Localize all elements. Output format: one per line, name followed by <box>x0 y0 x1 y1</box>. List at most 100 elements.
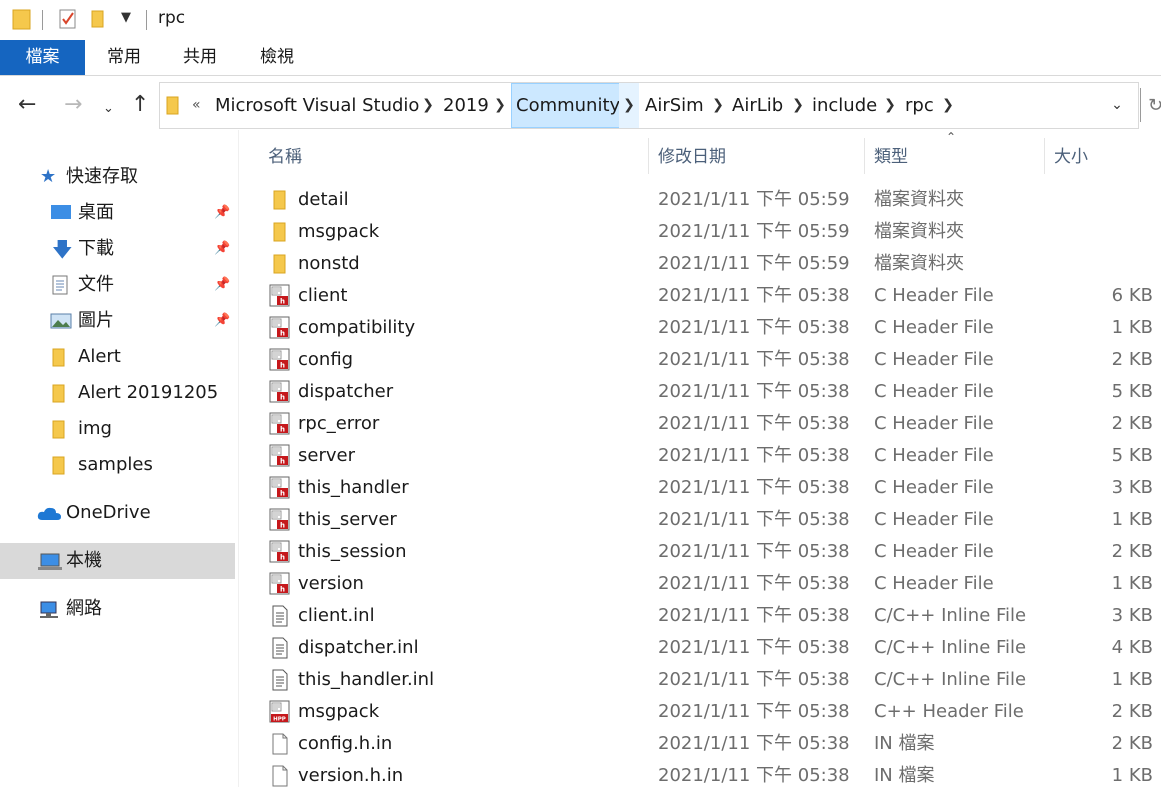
new-folder-icon[interactable] <box>90 8 106 30</box>
file-type: C Header File <box>874 509 994 530</box>
breadcrumb-rpc[interactable]: rpc <box>901 83 938 128</box>
breadcrumb-chevron-icon[interactable]: ❯ <box>938 83 958 128</box>
column-separator[interactable] <box>864 138 865 174</box>
pane-divider[interactable] <box>238 130 239 787</box>
sidebar-item-network[interactable]: 網路 <box>0 591 235 627</box>
pin-icon[interactable]: 📌 <box>214 231 230 267</box>
file-row[interactable]: h config 2021/1/11 下午 05:38 C Header File 2 … <box>240 344 1161 376</box>
file-size: 1 KB <box>1111 317 1153 338</box>
breadcrumb-chevron-icon[interactable]: ❯ <box>418 83 438 128</box>
file-size: 2 KB <box>1111 701 1153 722</box>
sidebar-item-alert-20191205[interactable]: Alert 20191205 <box>0 375 235 411</box>
file-name: config <box>298 349 354 370</box>
file-row[interactable]: client.inl 2021/1/11 下午 05:38 C/C++ Inline… <box>240 600 1161 632</box>
file-row[interactable]: HPP msgpack 2021/1/11 下午 05:38 C++ Header F… <box>240 696 1161 728</box>
properties-icon[interactable] <box>58 8 78 30</box>
file-type: C Header File <box>874 349 994 370</box>
up-arrow-icon[interactable]: ↑ <box>131 94 149 116</box>
file-row[interactable]: h this_session 2021/1/11 下午 05:38 C Header … <box>240 536 1161 568</box>
sidebar-item-samples[interactable]: samples <box>0 447 235 483</box>
column-separator[interactable] <box>1044 138 1045 174</box>
file-date-modified: 2021/1/11 下午 05:38 <box>658 669 850 690</box>
sidebar-item-this-pc[interactable]: 本機 <box>0 543 235 579</box>
column-header-date[interactable]: 修改日期 <box>658 142 726 167</box>
file-size: 1 KB <box>1111 669 1153 690</box>
file-row[interactable]: h version 2021/1/11 下午 05:38 C Header File 1… <box>240 568 1161 600</box>
file-row[interactable]: h dispatcher 2021/1/11 下午 05:38 C Header Fi… <box>240 376 1161 408</box>
file-row[interactable]: h this_server 2021/1/11 下午 05:38 C Header F… <box>240 504 1161 536</box>
file-name: version.h.in <box>298 765 404 786</box>
sidebar-item-alert[interactable]: Alert <box>0 339 235 375</box>
file-date-modified: 2021/1/11 下午 05:38 <box>658 477 850 498</box>
file-name: server <box>298 445 355 466</box>
breadcrumb-chevron-icon[interactable]: ❯ <box>880 83 900 128</box>
tab-share[interactable]: 共用 <box>170 40 230 75</box>
file-date-modified: 2021/1/11 下午 05:38 <box>658 605 850 626</box>
sidebar-item-pictures[interactable]: 圖片 📌 <box>0 303 235 339</box>
breadcrumb-airsim[interactable]: AirSim <box>641 83 708 128</box>
divider <box>1140 88 1141 122</box>
text-file-icon <box>268 604 292 628</box>
address-overflow[interactable]: « <box>188 83 205 128</box>
breadcrumb-chevron-icon[interactable]: ❯ <box>708 83 728 128</box>
pin-icon[interactable]: 📌 <box>214 267 230 303</box>
file-type: 檔案資料夾 <box>874 253 964 274</box>
sidebar-item-quick-access[interactable]: ★ 快速存取 <box>0 159 235 195</box>
file-row[interactable]: detail 2021/1/11 下午 05:59 檔案資料夾 <box>240 184 1161 216</box>
file-name: version <box>298 573 364 594</box>
file-row[interactable]: config.h.in 2021/1/11 下午 05:38 IN 檔案 2 KB <box>240 728 1161 760</box>
file-row[interactable]: h rpc_error 2021/1/11 下午 05:38 C Header Fil… <box>240 408 1161 440</box>
file-size: 2 KB <box>1111 541 1153 562</box>
file-row[interactable]: msgpack 2021/1/11 下午 05:59 檔案資料夾 <box>240 216 1161 248</box>
column-separator[interactable] <box>648 138 649 174</box>
column-header-name[interactable]: 名稱 <box>268 142 302 167</box>
sidebar-item-documents[interactable]: 文件 📌 <box>0 267 235 303</box>
file-row[interactable]: h server 2021/1/11 下午 05:38 C Header File 5 … <box>240 440 1161 472</box>
address-bar[interactable]: « Microsoft Visual Studio ❯ 2019 ❯ Commu… <box>159 82 1139 129</box>
text-file-icon <box>268 636 292 660</box>
file-row[interactable]: h client 2021/1/11 下午 05:38 C Header File 6 … <box>240 280 1161 312</box>
address-history-dropdown-icon[interactable]: ⌄ <box>1107 83 1127 128</box>
h-file-icon: h <box>268 572 292 596</box>
breadcrumb-chevron-icon[interactable]: ❯ <box>490 83 510 128</box>
sidebar-item-downloads[interactable]: 🡇 下載 📌 <box>0 231 235 267</box>
pin-icon[interactable]: 📌 <box>214 303 230 339</box>
tab-view[interactable]: 檢視 <box>247 40 307 75</box>
breadcrumb-airlib[interactable]: AirLib <box>728 83 787 128</box>
folder-icon <box>268 188 292 212</box>
file-row[interactable]: version.h.in 2021/1/11 下午 05:38 IN 檔案 1 KB <box>240 760 1161 787</box>
file-row[interactable]: h this_handler 2021/1/11 下午 05:38 C Header … <box>240 472 1161 504</box>
pin-icon[interactable]: 📌 <box>214 195 230 231</box>
sidebar-item-desktop[interactable]: 桌面 📌 <box>0 195 235 231</box>
svg-text:h: h <box>280 298 285 306</box>
recent-locations-chevron-icon[interactable]: ⌄ <box>103 98 114 120</box>
back-arrow-icon[interactable]: ← <box>18 94 36 116</box>
file-type: C/C++ Inline File <box>874 605 1027 626</box>
file-row[interactable]: h compatibility 2021/1/11 下午 05:38 C Header… <box>240 312 1161 344</box>
column-header-type[interactable]: 類型 <box>874 142 908 167</box>
breadcrumb-include[interactable]: include <box>808 83 881 128</box>
file-row[interactable]: this_handler.inl 2021/1/11 下午 05:38 C/C++ … <box>240 664 1161 696</box>
column-header-size[interactable]: 大小 <box>1054 142 1088 167</box>
sidebar-item-onedrive[interactable]: OneDrive <box>0 495 235 531</box>
file-name: client.inl <box>298 605 375 626</box>
desktop-icon <box>51 205 71 219</box>
breadcrumb-microsoft-visual-studio[interactable]: Microsoft Visual Studio <box>211 83 423 128</box>
file-date-modified: 2021/1/11 下午 05:38 <box>658 701 850 722</box>
folder-icon <box>52 456 65 475</box>
blank-file-icon <box>268 764 292 787</box>
breadcrumb-chevron-icon[interactable]: ❯ <box>788 83 808 128</box>
quick-access-dropdown-icon[interactable]: ▼ <box>121 10 131 25</box>
breadcrumb-chevron-icon[interactable]: ❯ <box>619 83 639 128</box>
breadcrumb-2019[interactable]: 2019 <box>439 83 493 128</box>
file-row[interactable]: nonstd 2021/1/11 下午 05:59 檔案資料夾 <box>240 248 1161 280</box>
h-file-icon: h <box>268 284 292 308</box>
refresh-icon[interactable]: ↻ <box>1148 95 1161 116</box>
file-row[interactable]: dispatcher.inl 2021/1/11 下午 05:38 C/C++ In… <box>240 632 1161 664</box>
tab-file[interactable]: 檔案 <box>0 40 85 75</box>
tab-home[interactable]: 常用 <box>94 40 154 75</box>
breadcrumb-community[interactable]: Community <box>511 83 626 128</box>
forward-arrow-icon[interactable]: → <box>64 94 82 116</box>
sidebar-item-img[interactable]: img <box>0 411 235 447</box>
file-date-modified: 2021/1/11 下午 05:38 <box>658 445 850 466</box>
